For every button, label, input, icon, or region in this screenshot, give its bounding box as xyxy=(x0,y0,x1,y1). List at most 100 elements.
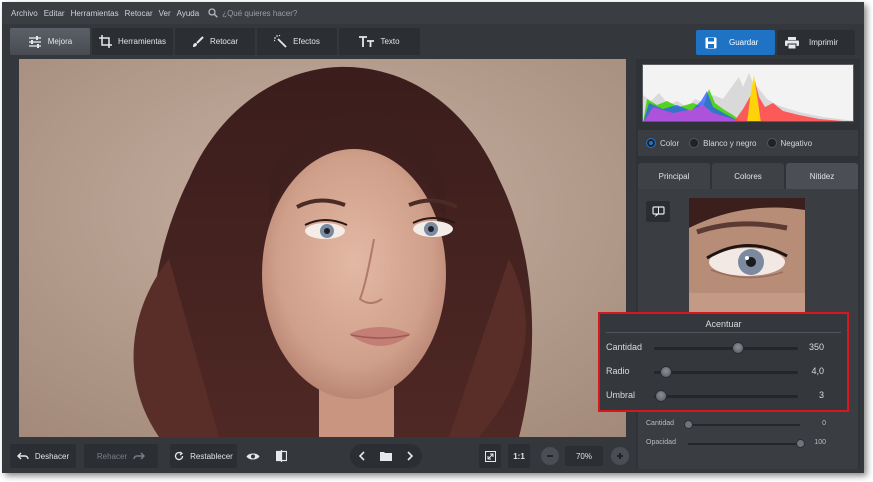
brush-icon xyxy=(192,35,204,47)
menu-ayuda[interactable]: Ayuda xyxy=(174,9,203,18)
undo-icon xyxy=(16,452,29,459)
slider-thumb[interactable] xyxy=(655,390,668,402)
actual-size-label: 1:1 xyxy=(513,451,525,461)
radio-color-label: Color xyxy=(660,138,680,148)
radio-dot xyxy=(766,138,777,148)
floppy-disk-icon xyxy=(705,37,717,48)
preview-toggle-button[interactable] xyxy=(242,444,264,468)
tab-retocar-label: Retocar xyxy=(209,37,238,46)
menu-ver[interactable]: Ver xyxy=(156,9,174,18)
printer-icon xyxy=(785,36,799,49)
fit-screen-button[interactable] xyxy=(479,444,501,468)
tab-nitidez[interactable]: Nitidez xyxy=(786,163,858,189)
slider-cantidad: Cantidad 350 xyxy=(606,340,846,356)
slider-cantidad-value: 350 xyxy=(808,342,824,352)
minus-icon xyxy=(547,455,553,457)
chevron-left-icon xyxy=(359,451,365,461)
divider xyxy=(606,332,841,333)
slider-label: Cantidad xyxy=(646,420,675,427)
menu-retocar[interactable]: Retocar xyxy=(122,9,156,18)
command-search[interactable]: ¿Qué quieres hacer? xyxy=(208,8,297,18)
slider-umbral-value: 3 xyxy=(818,390,824,400)
radio-dot-selected xyxy=(646,138,656,148)
before-after-button[interactable] xyxy=(270,444,292,468)
actual-size-button[interactable]: 1:1 xyxy=(508,444,530,468)
slider-thumb[interactable] xyxy=(795,439,805,448)
sliders-icon xyxy=(28,35,41,48)
next-file-button[interactable] xyxy=(398,451,422,461)
plus-icon xyxy=(617,453,623,459)
photo-editor-window: Archivo Editar Herramientas Retocar Ver … xyxy=(2,2,864,473)
slider-track[interactable] xyxy=(688,443,800,445)
file-navigation xyxy=(350,444,422,468)
radio-blanco-y-negro[interactable]: Blanco y negro xyxy=(689,138,757,148)
portrait-image xyxy=(19,59,626,437)
search-icon xyxy=(208,8,218,18)
slider-opacidad: Opacidad 100 xyxy=(646,438,836,450)
tab-texto[interactable]: Texto xyxy=(339,28,420,55)
main-tabs: Mejora Herramientas Retocar Efectos Text… xyxy=(10,28,420,55)
slider-value: 0 xyxy=(822,420,826,427)
zoom-in-button[interactable] xyxy=(611,447,629,465)
reset-label: Restablecer xyxy=(190,451,233,461)
slider-value: 100 xyxy=(814,439,826,446)
tab-mejora-label: Mejora xyxy=(47,37,73,46)
slider-track[interactable] xyxy=(654,347,798,350)
previous-file-button[interactable] xyxy=(350,451,374,461)
tab-texto-label: Texto xyxy=(380,37,400,46)
slider-thumb[interactable] xyxy=(683,420,693,429)
compare-button[interactable] xyxy=(646,201,670,222)
slider-radio-value: 4,0 xyxy=(811,366,824,376)
undo-button[interactable]: Deshacer xyxy=(10,444,76,468)
menu-herramientas[interactable]: Herramientas xyxy=(68,9,122,18)
adjustment-tabs: Principal Colores Nitidez xyxy=(638,163,858,189)
tab-efectos[interactable]: Efectos xyxy=(257,28,337,55)
tab-retocar[interactable]: Retocar xyxy=(175,28,255,55)
tab-herramientas-label: Herramientas xyxy=(117,37,166,46)
radio-negativo[interactable]: Negativo xyxy=(766,138,813,148)
zoom-level[interactable]: 70% xyxy=(565,446,603,466)
zoom-out-button[interactable] xyxy=(541,447,559,465)
sharpen-preview-image xyxy=(689,198,805,313)
tab-mejora[interactable]: Mejora xyxy=(10,28,90,55)
slider-thumb[interactable] xyxy=(659,366,672,378)
photo-canvas[interactable] xyxy=(19,59,626,437)
compare-icon xyxy=(651,205,665,217)
print-button[interactable]: Imprimir xyxy=(777,30,855,55)
slider-cantidad-label: Cantidad xyxy=(606,342,643,352)
slider-radio-label: Radio xyxy=(606,366,630,376)
slider-track[interactable] xyxy=(688,424,800,426)
slider-track[interactable] xyxy=(654,395,798,398)
redo-button[interactable]: Rehacer xyxy=(84,444,158,468)
eye-closeup-image xyxy=(689,198,805,313)
slider-track[interactable] xyxy=(654,371,798,374)
menu-editar[interactable]: Editar xyxy=(41,9,68,18)
menu-archivo[interactable]: Archivo xyxy=(8,9,41,18)
slider-label: Opacidad xyxy=(646,439,676,446)
search-placeholder: ¿Qué quieres hacer? xyxy=(222,8,298,18)
histogram xyxy=(642,64,854,122)
slider-cantidad-secondary: Cantidad 0 xyxy=(646,419,836,431)
color-mode-row: Color Blanco y negro Negativo xyxy=(638,130,858,156)
tab-herramientas[interactable]: Herramientas xyxy=(92,28,173,55)
tab-principal[interactable]: Principal xyxy=(638,163,710,189)
eye-icon xyxy=(246,453,260,459)
redo-label: Rehacer xyxy=(96,451,128,461)
undo-label: Deshacer xyxy=(34,451,70,461)
menu-bar: Archivo Editar Herramientas Retocar Ver … xyxy=(2,2,864,24)
chevron-right-icon xyxy=(407,451,413,461)
histogram-graph xyxy=(643,73,853,121)
open-folder-button[interactable] xyxy=(374,451,398,461)
slider-radio: Radio 4,0 xyxy=(606,364,846,380)
accentuate-title: Acentuar xyxy=(705,319,742,329)
reset-button[interactable]: Restablecer xyxy=(170,444,237,468)
slider-thumb[interactable] xyxy=(731,342,744,354)
radio-negativo-label: Negativo xyxy=(780,138,813,148)
radio-color[interactable]: Color xyxy=(646,138,679,148)
slider-umbral: Umbral 3 xyxy=(606,388,846,404)
print-label: Imprimir xyxy=(809,38,838,47)
folder-icon xyxy=(380,452,392,461)
text-icon xyxy=(359,36,375,47)
save-button[interactable]: Guardar xyxy=(696,30,775,55)
tab-colores[interactable]: Colores xyxy=(712,163,784,189)
